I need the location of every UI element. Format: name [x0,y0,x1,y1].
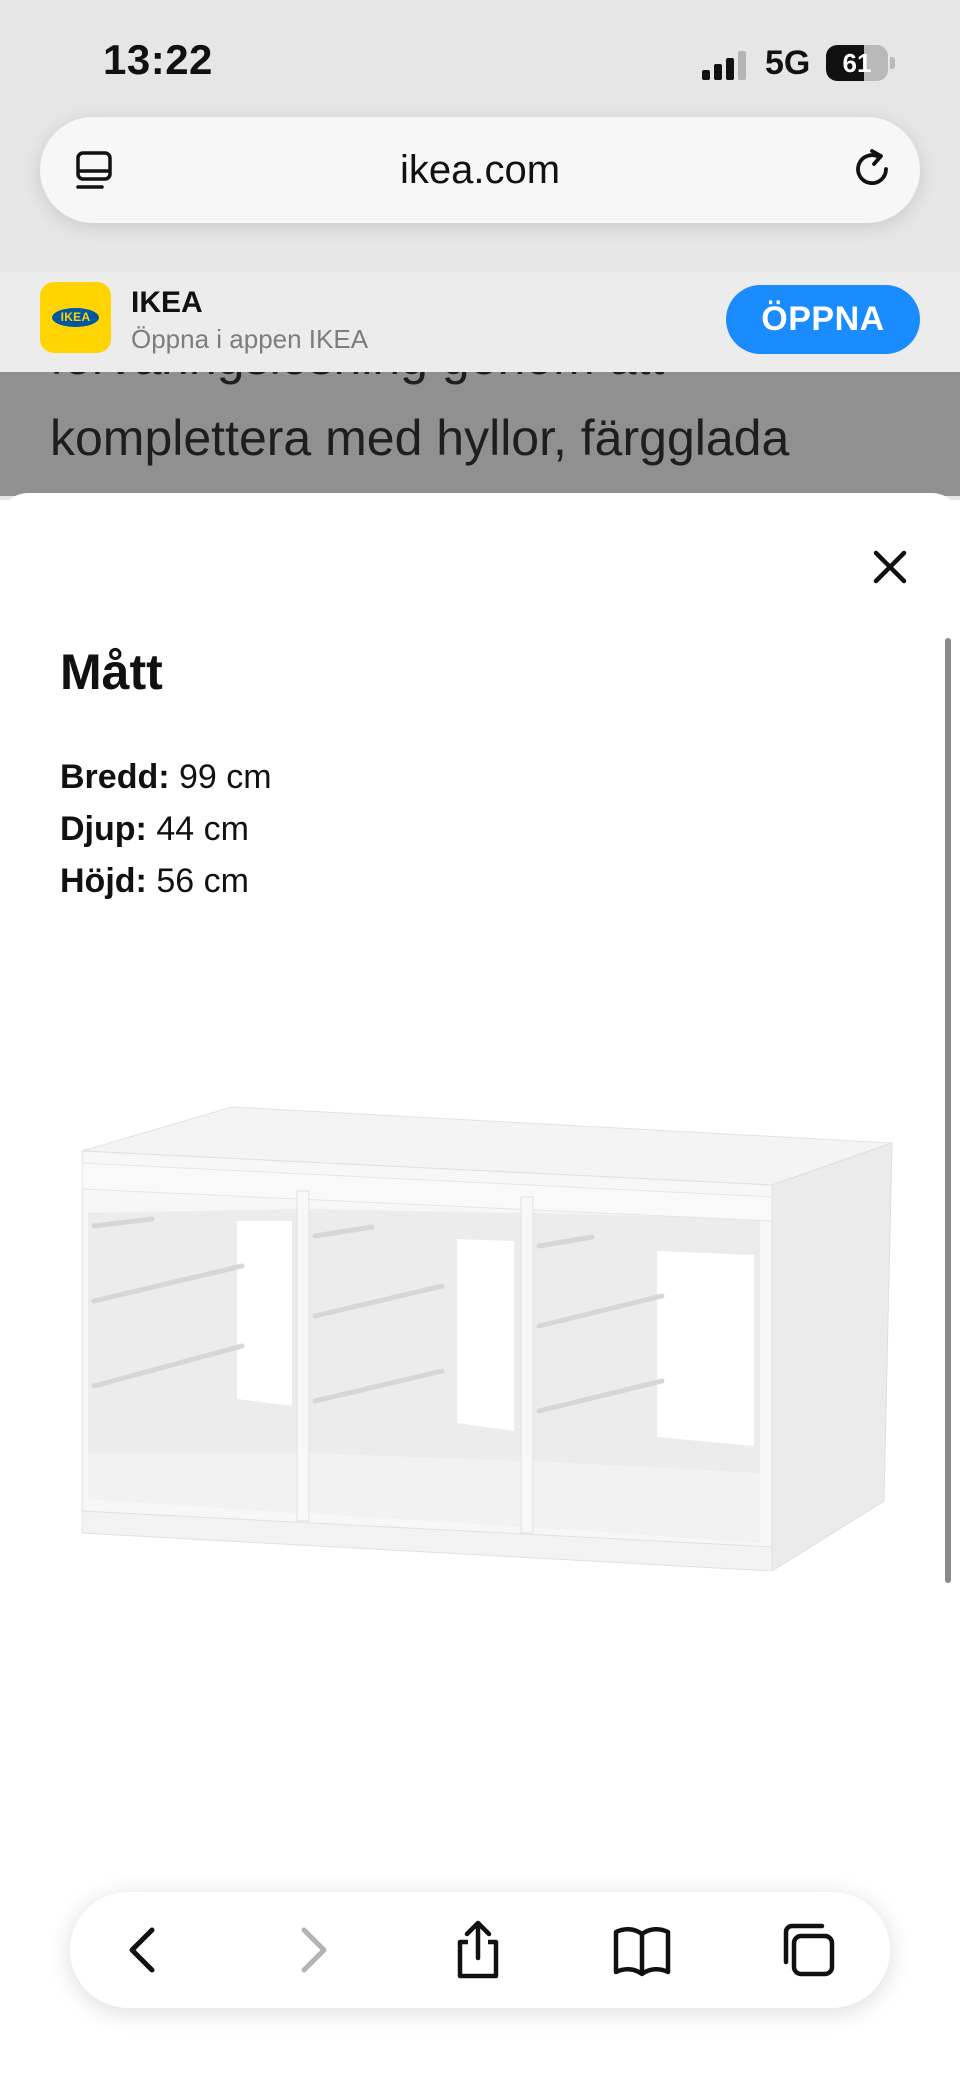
dimension-label: Höjd: [60,862,147,900]
page-behind-overlay: förvaringslösning genom att komplettera … [0,372,960,496]
reload-icon[interactable] [848,145,896,193]
dimension-label: Djup: [60,810,147,848]
dimension-value: 99 cm [179,758,272,796]
scroll-indicator [945,638,951,1583]
dimensions-sheet: Mått Bredd: 99 cm Djup: 44 cm Höjd: 56 c… [0,493,960,2078]
battery-icon: 61 [826,45,896,83]
page-text-partial: förvaringslösning genom att [50,372,664,386]
dimension-value: 56 cm [156,862,249,900]
address-bar[interactable]: ikea.com [40,117,920,223]
app-subtitle: Öppna i appen IKEA [131,324,369,354]
open-app-button[interactable]: ÖPPNA [726,285,920,354]
dimension-value: 44 cm [156,810,249,848]
network-type: 5G [765,44,811,82]
bookmarks-icon[interactable] [610,1918,674,1982]
ikea-app-icon: IKEA [40,282,111,353]
back-icon[interactable] [112,1918,176,1982]
close-icon[interactable] [862,539,918,595]
browser-toolbar [70,1892,890,2008]
smart-app-banner: IKEA IKEA Öppna i appen IKEA ÖPPNA [0,272,960,372]
dimension-height: Höjd: 56 cm [60,855,272,907]
forward-icon[interactable] [280,1918,344,1982]
cellular-signal-icon [702,51,746,80]
dimension-label: Bredd: [60,758,170,796]
battery-level: 61 [842,48,872,78]
tabs-icon[interactable] [776,1918,840,1982]
product-image [81,1106,893,1571]
status-bar: 13:22 5G 61 [0,0,960,110]
page-text-line: komplettera med hyllor, färgglada [50,410,790,466]
sheet-title: Mått [60,644,163,700]
dimension-depth: Djup: 44 cm [60,803,272,855]
dimensions-list: Bredd: 99 cm Djup: 44 cm Höjd: 56 cm [60,751,272,907]
url-text: ikea.com [399,148,561,192]
status-time: 13:22 [103,36,213,83]
dimension-width: Bredd: 99 cm [60,751,272,803]
share-icon[interactable] [446,1918,510,1982]
ikea-logo: IKEA [52,308,99,327]
app-name: IKEA [131,286,203,319]
browser-chrome: 13:22 5G 61 ikea.com IKEA IKEA Öppna i a… [0,0,960,500]
